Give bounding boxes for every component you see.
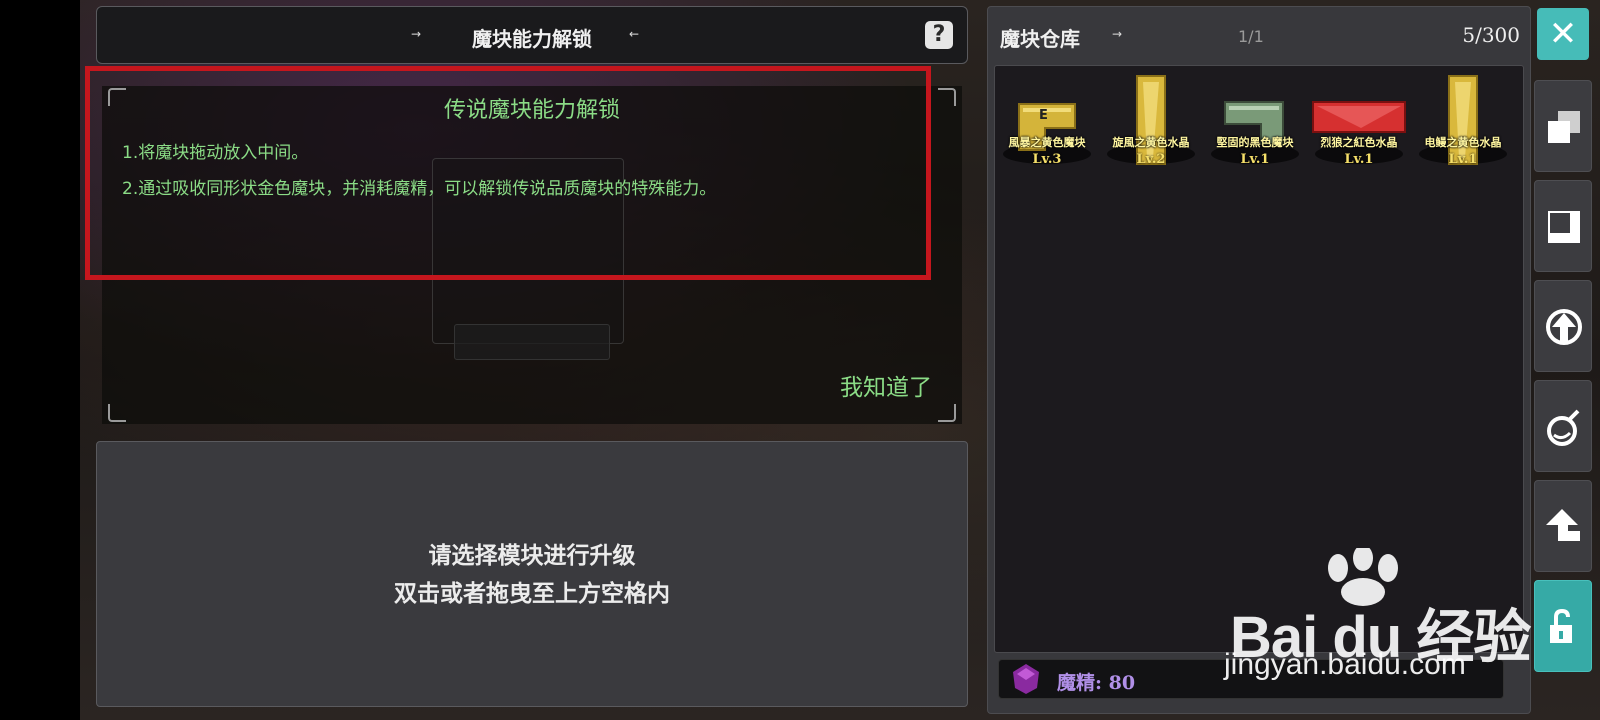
item-name: 風暴之黄色魔块 [1008,136,1086,149]
item-name: 电鳗之黄色水晶 [1424,136,1502,149]
item-level: Lv.1 [1240,152,1270,167]
unlock-header: → 魔块能力解锁 ← ? [96,6,968,64]
block-warehouse: 魔块仓库 → 1/1 5/300 E 風暴之黄色魔块 Lv.3 旋風之黄色水晶 … [987,6,1531,714]
item-level: Lv.3 [1032,152,1062,167]
item-level: Lv.1 [1448,152,1478,167]
item-name: 烈狼之紅色水晶 [1320,136,1398,149]
got-it-button[interactable]: 我知道了 [840,368,932,402]
stack-button[interactable] [1534,80,1592,172]
return-icon [1546,509,1580,541]
bar-block-icon [1312,101,1406,133]
left-letterbox [0,0,80,720]
item-name: 旋風之黄色水晶 [1112,136,1190,149]
essence-amount: 魔精: 80 [1057,672,1136,694]
warehouse-title: 魔块仓库 [1000,27,1080,51]
page-indicator: 1/1 [1238,27,1264,46]
frame-button[interactable] [1534,180,1592,272]
item-level: Lv.1 [1344,152,1374,167]
upgrade-button[interactable] [1534,280,1592,372]
inventory-grid: E 風暴之黄色魔块 Lv.3 旋風之黄色水晶 Lv.2 堅固的黑色魔块 Lv.1 [994,65,1524,653]
item-name: 堅固的黑色魔块 [1216,136,1294,149]
select-block-panel[interactable]: 请选择模块进行升级 双击或者拖曳至上方空格内 [96,441,968,707]
inventory-item[interactable]: 堅固的黑色魔块 Lv.1 [1205,74,1305,184]
help-button[interactable]: ? [925,21,953,49]
inventory-item[interactable]: 旋風之黄色水晶 Lv.2 [1101,74,1201,184]
capacity-count: 5/300 [1462,23,1520,47]
corner-bracket [938,404,956,422]
page-title: 魔块能力解锁 [472,27,592,51]
arrow-left-icon: ← [629,27,640,41]
highlight-box [85,66,931,280]
inventory-item[interactable]: 烈狼之紅色水晶 Lv.1 [1309,74,1409,184]
slot-action-bar [454,324,610,360]
arrow-right-icon: → [1112,27,1123,41]
close-button[interactable]: ✕ [1537,8,1589,60]
essence-crystal-icon [1013,664,1039,694]
unlock-icon [1550,608,1572,643]
item-badge: E [1039,108,1048,123]
select-prompt: 请选择模块进行升级 [428,542,636,569]
essence-bar: 魔精: 80 [998,659,1504,699]
bomb-icon [1547,409,1580,446]
item-level: Lv.2 [1136,152,1166,167]
bomb-button[interactable] [1534,380,1592,472]
corner-bracket [108,404,126,422]
return-button[interactable] [1534,480,1592,572]
stack-icon [1548,111,1580,143]
drag-hint: 双击或者拖曳至上方空格内 [394,580,670,607]
unlock-button[interactable] [1534,580,1592,672]
frame-icon [1548,211,1580,243]
inventory-item[interactable]: 电鳗之黄色水晶 Lv.1 [1413,74,1513,184]
upgrade-icon [1546,309,1582,345]
inventory-item[interactable]: E 風暴之黄色魔块 Lv.3 [997,74,1097,184]
